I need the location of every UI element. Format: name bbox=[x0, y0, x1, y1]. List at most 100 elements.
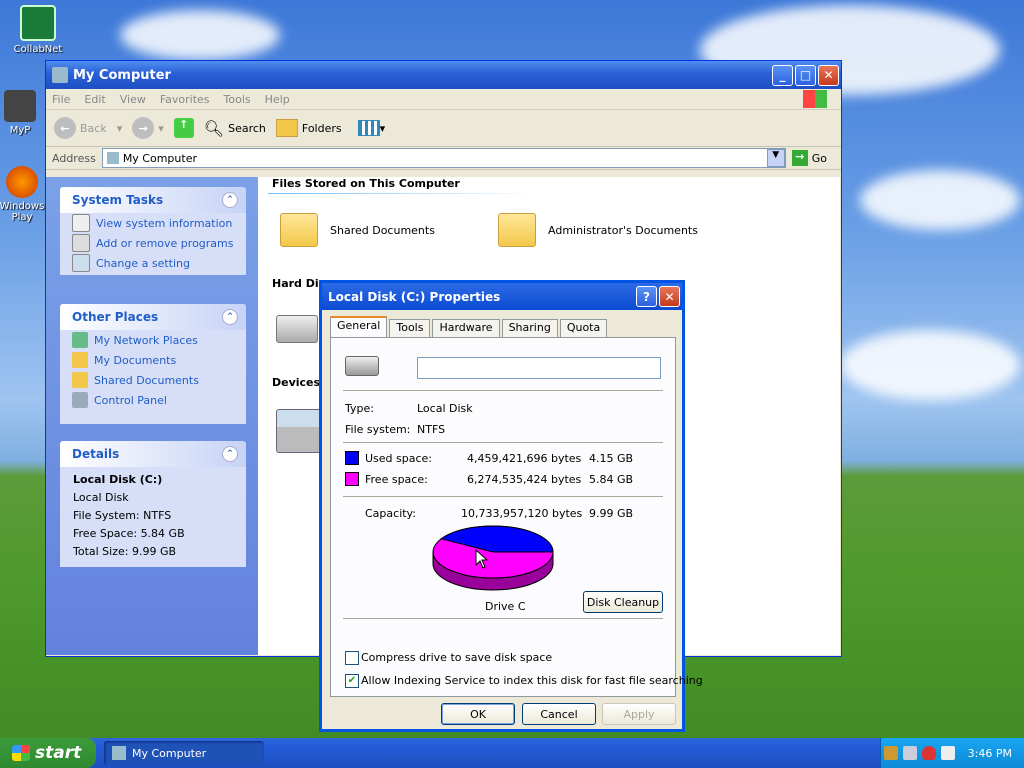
menu-tools[interactable]: Tools bbox=[224, 93, 251, 106]
task-label: Change a setting bbox=[96, 256, 190, 270]
folder-administrator-documents[interactable]: Administrator's Documents bbox=[498, 213, 698, 247]
drive-label-input[interactable] bbox=[417, 357, 661, 379]
maximize-button[interactable]: □ bbox=[795, 64, 816, 86]
task-change-setting[interactable]: Change a setting bbox=[60, 253, 246, 273]
disk-cleanup-button[interactable]: Disk Cleanup bbox=[583, 591, 663, 613]
explorer-titlebar[interactable]: My Computer _ □ ✕ bbox=[46, 61, 841, 89]
search-button[interactable]: 🔍︎ Search bbox=[204, 119, 266, 138]
details-box: Details ⌃ Local Disk (C:) Local Disk File… bbox=[60, 441, 246, 567]
collapse-chevron-icon[interactable]: ⌃ bbox=[222, 309, 238, 325]
forward-arrow-icon: → bbox=[132, 117, 155, 139]
collapse-chevron-icon[interactable]: ⌃ bbox=[222, 192, 238, 208]
close-button[interactable]: ✕ bbox=[818, 64, 839, 86]
floppy-drive-item[interactable] bbox=[276, 409, 322, 453]
window-title: My Computer bbox=[73, 67, 171, 83]
up-button[interactable]: ↑ bbox=[173, 118, 194, 138]
address-dropdown-button[interactable]: ▼ bbox=[766, 149, 785, 167]
taskbar-task-label: My Computer bbox=[132, 746, 207, 760]
dialog-close-button[interactable]: ✕ bbox=[659, 286, 680, 307]
place-my-documents[interactable]: My Documents bbox=[60, 350, 246, 370]
forward-button[interactable]: → ▾ bbox=[132, 117, 164, 139]
capacity-gb: 9.99 GB bbox=[589, 507, 634, 520]
taskbar-my-computer[interactable]: My Computer bbox=[104, 741, 264, 765]
compress-checkbox[interactable] bbox=[345, 651, 359, 665]
back-button[interactable]: ← Back ▾ bbox=[54, 117, 122, 139]
hard-drive-icon bbox=[276, 315, 318, 343]
start-button[interactable]: start bbox=[0, 738, 96, 768]
desktop-icon-collabnet[interactable]: CollabNet bbox=[3, 5, 73, 55]
disk-usage-pie-chart bbox=[432, 525, 554, 591]
place-network[interactable]: My Network Places bbox=[60, 330, 246, 350]
tab-tools[interactable]: Tools bbox=[389, 319, 431, 338]
drive-c-item[interactable] bbox=[276, 315, 318, 343]
details-name: Local Disk (C:) bbox=[73, 473, 163, 486]
menu-favorites[interactable]: Favorites bbox=[160, 93, 210, 106]
menu-file[interactable]: File bbox=[52, 93, 70, 106]
menu-view[interactable]: View bbox=[120, 93, 146, 106]
tray-app-icon[interactable] bbox=[883, 746, 898, 760]
cancel-button[interactable]: Cancel bbox=[522, 703, 596, 725]
used-space-swatch bbox=[345, 451, 359, 465]
folder-icon bbox=[72, 352, 88, 368]
tab-general[interactable]: General bbox=[330, 316, 388, 339]
network-icon[interactable] bbox=[902, 746, 917, 760]
go-button[interactable]: → Go bbox=[791, 150, 827, 166]
my-computer-icon bbox=[106, 152, 119, 164]
desktop-icon-media-player[interactable]: Windows Play bbox=[0, 166, 48, 223]
help-button[interactable]: ? bbox=[636, 286, 657, 307]
control-panel-icon bbox=[72, 254, 90, 272]
task-add-remove-programs[interactable]: Add or remove programs bbox=[60, 233, 246, 253]
compress-label: Compress drive to save disk space bbox=[361, 651, 553, 664]
address-input[interactable]: My Computer ▼ bbox=[101, 148, 786, 168]
minimize-button[interactable]: _ bbox=[772, 64, 793, 86]
back-label: Back bbox=[80, 121, 107, 135]
separator bbox=[343, 618, 663, 619]
group-devices: Devices bbox=[272, 376, 321, 389]
place-shared-documents[interactable]: Shared Documents bbox=[60, 370, 246, 390]
tab-sharing[interactable]: Sharing bbox=[501, 319, 558, 338]
collapse-chevron-icon[interactable]: ⌃ bbox=[222, 446, 238, 462]
used-space-label: Used space: bbox=[365, 452, 433, 465]
apply-button[interactable]: Apply bbox=[602, 703, 676, 725]
place-label: My Network Places bbox=[94, 333, 198, 347]
tab-hardware[interactable]: Hardware bbox=[432, 319, 500, 338]
views-button[interactable]: ▾ bbox=[357, 120, 385, 136]
system-tasks-header[interactable]: System Tasks ⌃ bbox=[60, 187, 246, 213]
task-label: Add or remove programs bbox=[96, 236, 234, 250]
folder-shared-documents[interactable]: Shared Documents bbox=[280, 213, 435, 247]
place-control-panel[interactable]: Control Panel bbox=[60, 390, 246, 410]
free-space-label: Free space: bbox=[365, 473, 428, 486]
capacity-label: Capacity: bbox=[365, 507, 416, 520]
folders-button[interactable]: Folders bbox=[275, 119, 342, 137]
free-space-swatch bbox=[345, 472, 359, 486]
other-places-box: Other Places ⌃ My Network Places My Docum… bbox=[60, 304, 246, 424]
task-label: View system information bbox=[96, 216, 233, 230]
used-space-gb: 4.15 GB bbox=[589, 452, 634, 465]
capacity-bytes: 10,733,957,120 bytes bbox=[461, 507, 583, 520]
menu-help[interactable]: Help bbox=[265, 93, 290, 106]
task-view-system-info[interactable]: View system information bbox=[60, 213, 246, 233]
general-panel: Type: Local Disk File system: NTFS Used … bbox=[330, 337, 703, 697]
menu-edit[interactable]: Edit bbox=[84, 93, 105, 106]
collabnet-icon bbox=[20, 5, 56, 41]
ok-button[interactable]: OK bbox=[441, 703, 515, 725]
add-remove-icon bbox=[72, 234, 90, 252]
desktop-icon-myp[interactable]: MyP bbox=[0, 90, 42, 136]
start-label: start bbox=[35, 743, 82, 763]
properties-dialog: Local Disk (C:) Properties ? ✕ General T… bbox=[319, 280, 703, 732]
other-places-header[interactable]: Other Places ⌃ bbox=[60, 304, 246, 330]
folder-label: Administrator's Documents bbox=[548, 223, 698, 237]
taskbar: start My Computer 3:46 PM bbox=[0, 738, 1024, 768]
folder-icon bbox=[280, 213, 318, 247]
tab-quota[interactable]: Quota bbox=[559, 319, 608, 338]
details-header[interactable]: Details ⌃ bbox=[60, 441, 246, 467]
security-shield-icon[interactable] bbox=[921, 746, 936, 760]
volume-icon[interactable] bbox=[940, 746, 955, 760]
separator bbox=[343, 442, 663, 443]
dialog-titlebar[interactable]: Local Disk (C:) Properties ? ✕ bbox=[322, 283, 682, 310]
free-space-gb: 5.84 GB bbox=[589, 473, 634, 486]
indexing-checkbox[interactable]: ✔ bbox=[345, 674, 359, 688]
go-arrow-icon: → bbox=[791, 150, 808, 166]
address-bar: Address My Computer ▼ → Go bbox=[46, 147, 841, 170]
other-places-title: Other Places bbox=[72, 310, 159, 324]
